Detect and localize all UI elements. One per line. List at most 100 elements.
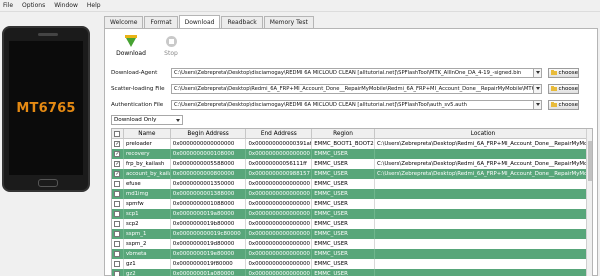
cell-begin-address: 0x0000000000800000 — [171, 169, 247, 179]
row-checkbox[interactable]: ✓ — [114, 141, 121, 147]
auth-file-choose-button[interactable]: choose — [548, 99, 579, 110]
row-checkbox[interactable] — [114, 231, 121, 237]
table-header: Name Begin Address End Address Region Lo… — [112, 129, 592, 139]
table-body: ✓ preloader 0x0000000000000000 0x0000000000… — [112, 139, 592, 276]
row-checkbox[interactable] — [114, 201, 121, 207]
scatter-file-dropdown[interactable] — [534, 83, 542, 94]
tab-readback[interactable]: Readback — [221, 16, 263, 28]
row-checkbox[interactable] — [114, 211, 121, 217]
cell-end-address: 0x000000000000391af — [248, 139, 313, 149]
row-checkbox[interactable]: ✓ — [114, 171, 121, 177]
table-row[interactable]: ✓ frp_by_kailash 0x0000000005588000 0x00000… — [112, 159, 592, 169]
cell-name: recovery — [124, 149, 171, 159]
row-checkbox-cell[interactable] — [112, 189, 124, 199]
menu-options[interactable]: Options — [22, 2, 45, 9]
cell-region: EMMC_USER — [312, 189, 375, 199]
row-checkbox[interactable] — [114, 241, 121, 247]
tab-download[interactable]: Download — [178, 15, 221, 28]
stop-button[interactable]: Stop — [151, 32, 191, 62]
phone-home-button — [38, 179, 58, 187]
check-mark-icon: ✓ — [115, 160, 120, 167]
download-mode-select[interactable]: Download Only — [111, 115, 183, 125]
table-row[interactable]: gz1 0x0000000019f80000 0x0000000000000000 E… — [112, 259, 592, 269]
cell-end-address: 0x0000000000000000 — [246, 249, 313, 259]
row-checkbox-cell[interactable] — [112, 259, 124, 269]
table-row[interactable]: sspm_2 0x0000000019d80000 0x00000000000000… — [112, 239, 592, 249]
menu-file[interactable]: File — [3, 2, 13, 9]
table-row[interactable]: scp1 0x0000000019a80000 0x0000000000000000… — [112, 209, 592, 219]
select-all-header[interactable] — [112, 129, 124, 138]
row-checkbox-cell[interactable] — [112, 219, 124, 229]
row-checkbox[interactable] — [114, 251, 121, 257]
cell-name: efuse — [124, 179, 171, 189]
row-checkbox-cell[interactable] — [112, 209, 124, 219]
row-checkbox-cell[interactable] — [112, 199, 124, 209]
cell-end-address: 0x0000000000988157 — [246, 169, 313, 179]
download-agent-field[interactable]: C:\Users\Zebrepreta\Desktop\disciamogay\… — [171, 67, 534, 78]
cell-end-address: 0x00000000056111ff — [246, 159, 313, 169]
stop-button-label: Stop — [164, 50, 178, 57]
cell-location — [375, 179, 592, 189]
check-mark-icon: ✓ — [115, 150, 120, 157]
table-row[interactable]: sspm_1 0x000000000019c80000 0x000000000000… — [112, 229, 592, 239]
row-checkbox[interactable]: ✓ — [114, 150, 121, 157]
cell-region: EMMC_USER — [312, 199, 375, 209]
cell-end-address: 0x0000000000000000 — [246, 179, 313, 189]
row-checkbox-cell[interactable]: ✓ — [112, 139, 124, 149]
tab-welcome[interactable]: Welcome — [104, 16, 144, 28]
chevron-down-icon — [535, 103, 540, 106]
tab-format[interactable]: Format — [144, 16, 178, 28]
table-row[interactable]: vbmeta 0x0000000019e80000 0x00000000000000… — [112, 249, 592, 259]
menu-help[interactable]: Help — [87, 2, 101, 9]
row-checkbox[interactable] — [114, 191, 121, 197]
scrollbar-thumb[interactable] — [588, 141, 592, 181]
row-checkbox[interactable] — [114, 181, 121, 187]
cell-begin-address: 0x0000000019a80000 — [171, 209, 247, 219]
row-checkbox-cell[interactable]: ✓ — [112, 149, 124, 159]
row-checkbox[interactable] — [114, 271, 121, 276]
select-all-checkbox[interactable] — [114, 130, 121, 137]
table-row[interactable]: ✓ account_by_kailash0x00000000008000000x0… — [112, 169, 592, 179]
cell-begin-address: 0x0000000019f80000 — [171, 259, 247, 269]
row-checkbox-cell[interactable]: ✓ — [112, 169, 124, 179]
scatter-file-field[interactable]: C:\Users\Zebrepreta\Desktop\Redmi_6A_FRP… — [171, 83, 534, 94]
auth-file-field[interactable]: C:\Users\Zebrepreta\Desktop\disciamogay\… — [171, 99, 534, 110]
header-location[interactable]: Location — [375, 129, 592, 138]
row-checkbox-cell[interactable] — [112, 269, 124, 276]
auth-file-dropdown[interactable] — [534, 99, 542, 110]
table-row[interactable]: md1img 0x0000000001388000 0x00000000000000… — [112, 189, 592, 199]
cell-name: md1img — [124, 189, 171, 199]
row-checkbox-cell[interactable] — [112, 179, 124, 189]
tab-memory-test[interactable]: Memory Test — [263, 16, 314, 28]
download-agent-dropdown[interactable] — [534, 67, 542, 78]
header-region[interactable]: Region — [312, 129, 375, 138]
cell-begin-address: 0x0000000001350000 — [171, 179, 247, 189]
header-end-address[interactable]: End Address — [246, 129, 313, 138]
table-row[interactable]: gz2 0x000000001a080000 0x0000000000000000 E… — [112, 269, 592, 276]
scatter-file-choose-button[interactable]: choose — [548, 83, 579, 94]
row-checkbox[interactable] — [114, 261, 121, 267]
cell-location — [375, 199, 592, 209]
table-row[interactable]: scp2 0x0000000019b80000 0x0000000000000000… — [112, 219, 592, 229]
header-begin-address[interactable]: Begin Address — [171, 129, 247, 138]
row-checkbox-cell[interactable] — [112, 249, 124, 259]
download-button[interactable]: Download — [111, 32, 151, 62]
table-row[interactable]: ✓ preloader 0x0000000000000000 0x0000000000… — [112, 139, 592, 149]
row-checkbox-cell[interactable] — [112, 239, 124, 249]
folder-icon — [551, 101, 557, 107]
cell-location — [375, 189, 592, 199]
row-checkbox-cell[interactable] — [112, 229, 124, 239]
cell-region: EMMC_USER — [312, 159, 375, 169]
download-panel: Download Stop Download-Agent C:\Users\Ze… — [104, 28, 598, 276]
row-checkbox[interactable]: ✓ — [114, 160, 121, 167]
row-checkbox-cell[interactable]: ✓ — [112, 159, 124, 169]
table-row[interactable]: efuse 0x0000000001350000 0x000000000000000… — [112, 179, 592, 189]
menu-window[interactable]: Window — [54, 2, 78, 9]
table-scrollbar[interactable] — [586, 129, 592, 276]
row-checkbox[interactable] — [114, 221, 121, 227]
table-row[interactable]: spmfw 0x0000000001088000 0x000000000000000… — [112, 199, 592, 209]
header-name[interactable]: Name — [124, 129, 171, 138]
table-row[interactable]: ✓ recovery 0x0000000000108000 0x00000000000… — [112, 149, 592, 159]
cell-location — [375, 249, 592, 259]
download-agent-choose-button[interactable]: choose — [548, 67, 579, 78]
